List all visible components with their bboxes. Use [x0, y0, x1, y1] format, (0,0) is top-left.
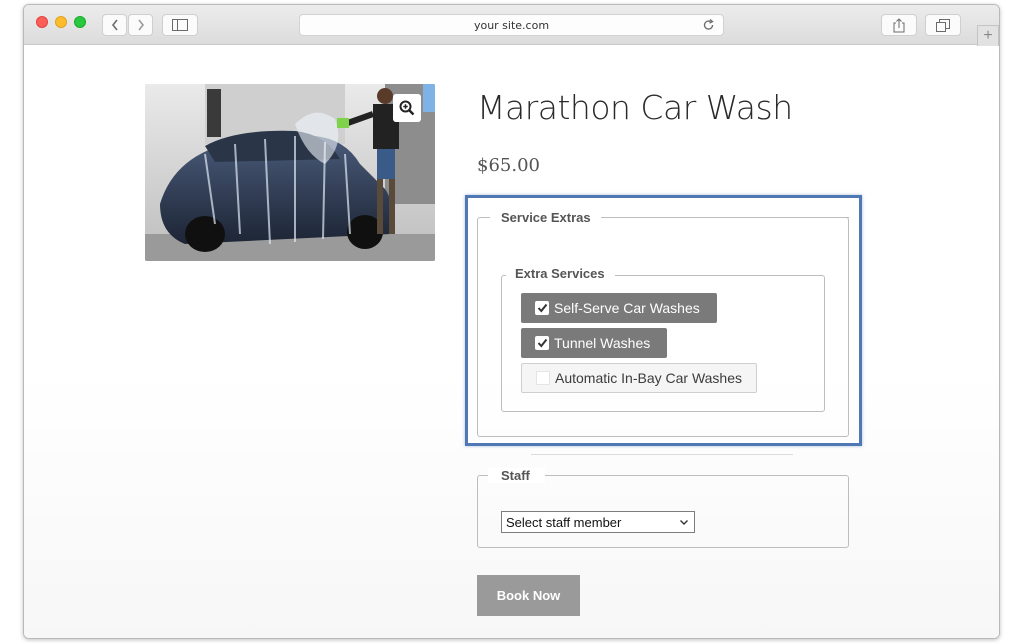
staff-legend: Staff — [488, 468, 545, 483]
section-divider — [531, 454, 793, 455]
share-icon — [893, 17, 905, 32]
staff-select[interactable]: Select staff member — [501, 511, 695, 533]
book-now-button[interactable]: Book Now — [477, 575, 580, 616]
address-bar[interactable]: your site.com — [299, 14, 724, 36]
extra-services-legend: Extra Services — [506, 266, 615, 281]
option-tunnel-washes[interactable]: Tunnel Washes — [521, 328, 667, 358]
page-content: Marathon Car Wash $65.00 Service Extras … — [24, 46, 999, 638]
close-window-button[interactable] — [36, 16, 48, 28]
option-label: Self-Serve Car Washes — [554, 300, 700, 316]
maximize-window-button[interactable] — [74, 16, 86, 28]
minimize-window-button[interactable] — [55, 16, 67, 28]
zoom-button[interactable] — [393, 94, 421, 122]
zoom-in-icon — [399, 100, 415, 116]
option-label: Tunnel Washes — [554, 335, 651, 351]
service-extras-legend: Service Extras — [490, 210, 601, 225]
sidebar-toggle-button[interactable] — [162, 14, 198, 36]
reload-icon[interactable] — [702, 18, 715, 32]
chevron-down-icon — [680, 520, 688, 525]
checkbox-unchecked[interactable] — [536, 371, 550, 385]
car-wash-photo — [145, 84, 435, 261]
checkmark-icon — [537, 303, 547, 313]
back-button[interactable] — [102, 14, 127, 36]
new-tab-button[interactable]: + — [977, 25, 999, 47]
tabs-icon — [936, 18, 950, 32]
option-automatic-in-bay-car-washes[interactable]: Automatic In-Bay Car Washes — [521, 363, 757, 393]
forward-button[interactable] — [128, 14, 153, 36]
fieldset-divider — [599, 217, 849, 218]
sidebar-icon — [172, 19, 188, 31]
option-label: Automatic In-Bay Car Washes — [555, 370, 742, 386]
tabs-overview-button[interactable] — [925, 14, 961, 36]
checkmark-icon — [537, 338, 547, 348]
url-text: your site.com — [473, 18, 550, 32]
browser-window: your site.com + Marathon Car Wash $65.00… — [23, 4, 1000, 639]
checkbox-checked[interactable] — [535, 336, 549, 350]
option-self-serve-car-washes[interactable]: Self-Serve Car Washes — [521, 293, 717, 323]
browser-toolbar: your site.com + — [24, 5, 999, 47]
product-title: Marathon Car Wash — [477, 88, 793, 127]
staff-select-value: Select staff member — [506, 514, 622, 530]
plus-icon: + — [983, 27, 993, 44]
product-price: $65.00 — [477, 155, 540, 176]
chevron-right-icon — [137, 19, 144, 31]
share-button[interactable] — [881, 14, 917, 36]
checkbox-checked[interactable] — [535, 301, 549, 315]
product-image[interactable] — [145, 84, 435, 261]
chevron-left-icon — [111, 19, 118, 31]
